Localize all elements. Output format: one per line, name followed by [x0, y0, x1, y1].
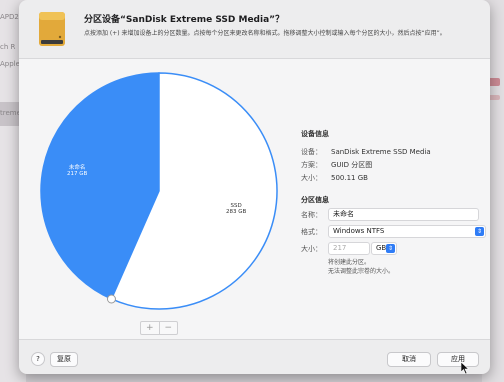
pie-label-partition-2: SSD 283 GB — [226, 203, 247, 215]
scheme-row: 方案： GUID 分区图 — [301, 158, 431, 171]
scheme-value: GUID 分区图 — [331, 160, 373, 169]
partition-format-select[interactable]: Windows NTFS ⇕ — [328, 225, 486, 238]
partition-resize-handle[interactable] — [106, 294, 116, 304]
mouse-pointer-icon — [461, 362, 469, 374]
device-key: 设备： — [301, 147, 322, 156]
device-info-heading: 设备信息 — [301, 130, 329, 138]
select-arrows-icon: ⇕ — [386, 244, 395, 253]
device-size-row: 大小： 500.11 GB — [301, 171, 431, 184]
dialog-subtitle: 点按添加 (+) 来增加设备上的分区数量。点按每个分区来更改名称和格式。拖移调整… — [84, 30, 446, 37]
device-info-section: 设备信息 设备： SanDisk Extreme SSD Media 方案： G… — [301, 129, 431, 184]
background-snippet: ch R — [0, 43, 16, 51]
background-snippet: Apple — [0, 60, 20, 68]
device-row: 设备： SanDisk Extreme SSD Media — [301, 145, 431, 158]
add-remove-partition-control: + − — [140, 321, 178, 335]
device-size-key: 大小： — [301, 173, 322, 182]
revert-button[interactable]: 复原 — [50, 352, 78, 367]
cancel-button[interactable]: 取消 — [387, 352, 431, 367]
add-partition-button[interactable]: + — [141, 322, 159, 334]
partition-size-field[interactable]: 217 — [328, 242, 370, 255]
partition-format-label: 格式： — [301, 228, 322, 236]
partition-size-unit: GB — [376, 244, 387, 252]
apply-button[interactable]: 应用 — [437, 352, 479, 367]
dialog-content: 未命名 217 GB SSD 283 GB + − 设备信息 设备： SanDi… — [19, 58, 490, 340]
select-arrows-icon: ⇕ — [475, 227, 484, 236]
partition-size-unit-select[interactable]: GB ⇕ — [371, 242, 397, 255]
pie-label-partition-1: 未命名 217 GB — [67, 165, 88, 177]
device-value: SanDisk Extreme SSD Media — [331, 147, 431, 156]
partition-hint-resize: 无法调整此宗卷的大小。 — [328, 268, 395, 275]
partition-dialog: 分区设备“SanDisk Extreme SSD Media”？ 点按添加 (+… — [19, 0, 490, 374]
help-button[interactable]: ? — [31, 352, 45, 366]
partition-hint-create: 将创建此分区。 — [328, 259, 371, 266]
external-drive-icon — [39, 12, 65, 46]
scheme-key: 方案： — [301, 160, 322, 169]
remove-partition-button[interactable]: − — [158, 322, 178, 334]
partition-name-label: 名称： — [301, 211, 322, 219]
partition-pie-chart[interactable] — [39, 71, 279, 311]
partition-size-label: 大小： — [301, 245, 322, 253]
dialog-title: 分区设备“SanDisk Extreme SSD Media”？ — [84, 15, 285, 25]
device-size-value: 500.11 GB — [331, 173, 368, 182]
partition-info-heading: 分区信息 — [301, 196, 329, 204]
partition-name-field[interactable]: 未命名 — [328, 208, 479, 221]
partition-format-value: Windows NTFS — [333, 227, 385, 235]
